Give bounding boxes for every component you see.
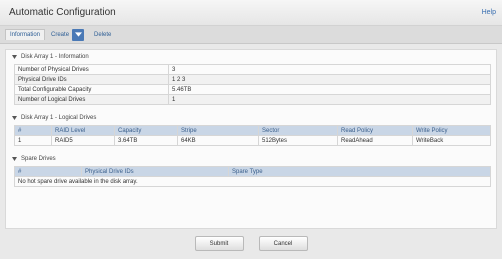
tab-create[interactable]: Create — [47, 30, 72, 40]
cancel-button[interactable]: Cancel — [258, 236, 308, 251]
submit-button[interactable]: Submit — [194, 236, 244, 251]
collapse-triangle-icon — [12, 116, 17, 120]
table-row: Total Configurable Capacity 5.46TB — [14, 84, 491, 95]
tab-bar: Information Create Delete — [0, 26, 502, 44]
create-dropdown-button[interactable] — [72, 28, 85, 41]
info-label: Physical Drive IDs — [14, 74, 169, 85]
column-header: # — [14, 166, 82, 177]
info-table: Number of Physical Drives 3 Physical Dri… — [14, 64, 491, 105]
logical-drives-table: # RAID Level Capacity Stripe Sector Read… — [14, 125, 491, 146]
table-cell: 64KB — [177, 135, 259, 146]
table-cell: ReadAhead — [337, 135, 413, 146]
tab-information[interactable]: Information — [5, 29, 46, 40]
info-label: Number of Physical Drives — [14, 64, 169, 75]
spare-section-header[interactable]: Spare Drives — [6, 152, 496, 166]
table-row: Number of Logical Drives 1 — [14, 94, 491, 105]
column-header: Stripe — [177, 125, 259, 136]
info-value: 5.46TB — [168, 84, 491, 95]
empty-message: No hot spare drive available in the disk… — [14, 176, 491, 187]
page-header: Automatic Configuration Help — [0, 0, 502, 26]
logical-section-header[interactable]: Disk Array 1 - Logical Drives — [6, 111, 496, 125]
column-header: Capacity — [114, 125, 178, 136]
automatic-configuration-page: Automatic Configuration Help Information… — [0, 0, 502, 259]
info-section-header[interactable]: Disk Array 1 - Information — [6, 50, 496, 64]
info-value: 1 — [168, 94, 491, 105]
column-header: Spare Type — [228, 166, 491, 177]
collapse-triangle-icon — [12, 55, 17, 59]
table-cell: 512Bytes — [258, 135, 338, 146]
table-cell: WriteBack — [412, 135, 491, 146]
collapse-triangle-icon — [12, 157, 17, 161]
table-row[interactable]: 1 RAID5 3.64TB 64KB 512Bytes ReadAhead W… — [14, 135, 491, 146]
tab-delete[interactable]: Delete — [90, 30, 115, 40]
info-value: 3 — [168, 64, 491, 75]
table-row: No hot spare drive available in the disk… — [14, 176, 491, 187]
create-split-button: Create — [47, 28, 88, 41]
info-section-title: Disk Array 1 - Information — [21, 54, 89, 60]
column-header: Sector — [258, 125, 338, 136]
table-row: Number of Physical Drives 3 — [14, 64, 491, 75]
content-panel: Disk Array 1 - Information Number of Phy… — [5, 49, 497, 229]
table-cell: 3.64TB — [114, 135, 178, 146]
spare-section-title: Spare Drives — [21, 156, 56, 162]
logical-section-title: Disk Array 1 - Logical Drives — [21, 115, 97, 121]
spare-drives-table: # Physical Drive IDs Spare Type No hot s… — [14, 166, 491, 187]
action-buttons: Submit Cancel — [0, 236, 502, 251]
column-header: Write Policy — [412, 125, 491, 136]
table-header-row: # Physical Drive IDs Spare Type — [14, 166, 491, 177]
info-label: Number of Logical Drives — [14, 94, 169, 105]
chevron-down-icon — [74, 32, 82, 37]
column-header: RAID Level — [51, 125, 115, 136]
help-link[interactable]: Help — [482, 9, 496, 16]
column-header: Read Policy — [337, 125, 413, 136]
info-label: Total Configurable Capacity — [14, 84, 169, 95]
table-header-row: # RAID Level Capacity Stripe Sector Read… — [14, 125, 491, 136]
table-cell: 1 — [14, 135, 52, 146]
table-cell: RAID5 — [51, 135, 115, 146]
column-header: Physical Drive IDs — [81, 166, 229, 177]
info-value: 1 2 3 — [168, 74, 491, 85]
column-header: # — [14, 125, 52, 136]
table-row: Physical Drive IDs 1 2 3 — [14, 74, 491, 85]
page-title: Automatic Configuration — [9, 7, 116, 18]
